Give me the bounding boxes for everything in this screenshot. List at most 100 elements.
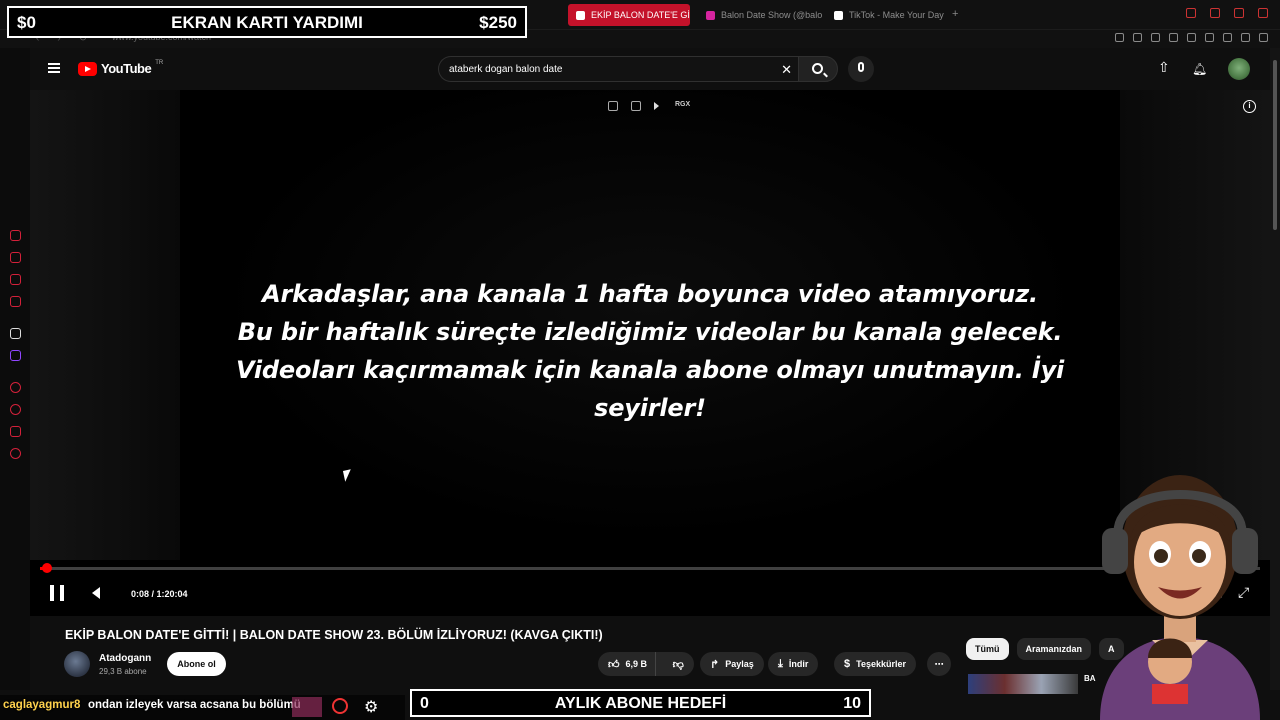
player-controls: 0:08 / 1:20:04 xyxy=(30,578,1270,610)
rgx-button[interactable]: RGX xyxy=(675,101,690,111)
player-extension-bar: RGX xyxy=(608,101,690,111)
donation-current: $0 xyxy=(17,13,36,32)
like-button[interactable]: 👍︎ 6,9 B xyxy=(598,652,657,676)
sub-goal-target: 10 xyxy=(843,695,861,712)
hamburger-menu-icon[interactable] xyxy=(48,63,60,73)
clear-search-icon[interactable]: ✕ xyxy=(781,62,792,78)
subscriber-count: 29,3 B abone xyxy=(99,667,147,676)
profile-icon[interactable] xyxy=(1223,33,1232,42)
thanks-button[interactable]: $ Teşekkürler xyxy=(834,652,916,676)
info-icon[interactable]: i xyxy=(1243,100,1256,113)
new-tab-button[interactable]: + xyxy=(952,8,958,20)
close-window-icon[interactable] xyxy=(1258,8,1268,18)
sub-goal-current: 0 xyxy=(420,695,429,712)
maximize-icon[interactable] xyxy=(1234,8,1244,18)
microphone-icon xyxy=(858,62,864,72)
vtuber-avatar xyxy=(1100,475,1260,720)
tab-label: EKİP BALON DATE'E GİTTİ xyxy=(591,10,690,20)
like-dislike-group: 👍︎ 6,9 B 👎︎ xyxy=(598,652,694,676)
tab-favicon-icon xyxy=(834,10,843,20)
popout-icon[interactable] xyxy=(608,101,618,111)
progress-bar[interactable] xyxy=(40,563,1260,573)
channel-avatar[interactable] xyxy=(64,651,90,677)
download-icon[interactable] xyxy=(1241,33,1250,42)
tab-label: TikTok - Make Your Day xyxy=(849,10,944,20)
like-count: 6,9 B xyxy=(625,659,648,669)
browser-sidebar xyxy=(0,48,30,690)
chip-all[interactable]: Tümü xyxy=(966,638,1009,660)
more-icon: ⋯ xyxy=(934,658,944,669)
channel-name[interactable]: Atadogann xyxy=(99,653,151,664)
youtube-play-icon xyxy=(78,61,97,76)
heart-icon[interactable] xyxy=(1205,33,1214,42)
sidebar-app-icon[interactable] xyxy=(10,230,21,241)
voice-search-button[interactable] xyxy=(848,56,874,82)
browser-tab[interactable]: EKİP BALON DATE'E GİTTİ xyxy=(568,4,690,26)
search-query: ataberk dogan balon date xyxy=(449,63,563,75)
sidebar-app-icon[interactable] xyxy=(10,328,21,339)
thanks-label: Teşekkürler xyxy=(856,659,906,669)
scrollbar-thumb[interactable] xyxy=(1273,60,1277,230)
search-tabs-icon[interactable] xyxy=(1186,8,1196,18)
chat-message: ondan izleyek varsa acsana bu bölümü xyxy=(88,699,301,711)
announcement-line: Arkadaşlar, ana kanala 1 hafta boyunca v… xyxy=(262,280,1038,308)
sidebar-app-icon[interactable] xyxy=(10,252,21,263)
bell-icon[interactable]: 🔔︎ xyxy=(1192,62,1207,76)
taskbar-app-icon[interactable] xyxy=(292,697,322,717)
minimize-icon[interactable] xyxy=(1210,8,1220,18)
tab-label: Balon Date Show (@balon xyxy=(721,10,822,20)
thumbs-down-icon: 👎︎ xyxy=(672,658,684,671)
browser-tab[interactable]: Balon Date Show (@balon xyxy=(698,4,822,26)
share-button[interactable]: ↱ Paylaş xyxy=(700,652,764,676)
search-button[interactable] xyxy=(798,56,838,82)
sidebar-app-icon[interactable] xyxy=(10,426,21,437)
youtube-wordmark: YouTube xyxy=(101,61,152,76)
announcement-line: Videoları kaçırmamak için kanala abone o… xyxy=(235,356,1065,422)
dislike-button[interactable]: 👎︎ xyxy=(662,658,694,671)
video-backdrop-left xyxy=(30,90,180,560)
thumbs-up-icon: 👍︎ xyxy=(608,658,620,671)
play-extension-icon[interactable] xyxy=(1169,33,1178,42)
page-scrollbar[interactable] xyxy=(1270,48,1280,690)
video-player[interactable]: RGX i Arkadaşlar, ana kanala 1 hafta boy… xyxy=(30,90,1270,616)
download-button[interactable]: ⤓ İndir xyxy=(768,652,819,676)
volume-icon[interactable] xyxy=(92,587,100,599)
menu-icon[interactable] xyxy=(1259,33,1268,42)
upload-icon[interactable] xyxy=(1158,59,1170,76)
donation-goal-title: EKRAN KARTI YARDIMI xyxy=(171,13,363,32)
screenshot-icon[interactable] xyxy=(1133,33,1142,42)
sidebar-app-icon[interactable] xyxy=(10,296,21,307)
browser-tab[interactable]: TikTok - Make Your Day xyxy=(826,4,948,26)
sidebar-app-icon[interactable] xyxy=(10,382,21,393)
header-actions: 🔔︎ xyxy=(1158,58,1250,80)
tab-favicon-icon xyxy=(706,10,715,20)
gear-icon[interactable]: ⚙ xyxy=(364,697,378,717)
user-avatar[interactable] xyxy=(1228,58,1250,80)
window-controls xyxy=(1186,8,1268,18)
search-input[interactable]: ataberk dogan balon date ✕ xyxy=(438,56,798,82)
skip-icon[interactable] xyxy=(654,102,662,110)
scrubber-handle[interactable] xyxy=(42,563,53,573)
settings-icon[interactable] xyxy=(10,448,21,459)
recommendation-thumbnail[interactable] xyxy=(968,674,1078,694)
history-icon[interactable] xyxy=(10,404,21,415)
super-thanks-icon: $ xyxy=(844,658,851,670)
twitch-icon[interactable] xyxy=(10,350,21,361)
bookmark-icon[interactable] xyxy=(1115,33,1124,42)
obs-icon[interactable] xyxy=(332,698,348,714)
youtube-header: YouTube TR ataberk dogan balon date ✕ 🔔︎ xyxy=(30,48,1270,90)
video-announcement: Arkadaşlar, ana kanala 1 hafta boyunca v… xyxy=(210,275,1090,427)
chip-from-search[interactable]: Aramanızdan xyxy=(1016,638,1092,660)
sidebar-app-icon[interactable] xyxy=(10,274,21,285)
subscribe-button[interactable]: Abone ol xyxy=(167,652,226,676)
extension-icon[interactable] xyxy=(1187,33,1196,42)
shield-icon[interactable] xyxy=(1151,33,1160,42)
pause-button[interactable] xyxy=(50,585,64,601)
download-icon: ⤓ xyxy=(778,657,783,670)
announcement-line: Bu bir haftalık süreçte izlediğimiz vide… xyxy=(237,318,1063,346)
more-actions-button[interactable]: ⋯ xyxy=(927,652,951,676)
time-display: 0:08 / 1:20:04 xyxy=(131,589,188,599)
youtube-logo[interactable]: YouTube TR xyxy=(78,60,163,76)
tab-favicon-icon xyxy=(576,10,585,20)
enter-icon[interactable] xyxy=(631,101,641,111)
